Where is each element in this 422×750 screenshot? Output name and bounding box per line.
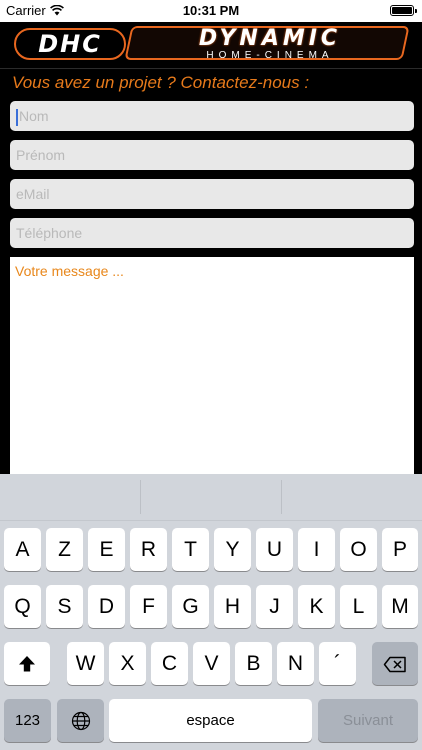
globe-icon	[71, 712, 90, 731]
predictive-separator	[281, 480, 282, 514]
battery-icon	[390, 5, 417, 16]
form-heading: Vous avez un projet ? Contactez-nous :	[12, 73, 310, 92]
status-bar: Carrier 10:31 PM	[0, 0, 422, 22]
key-f[interactable]: F	[130, 585, 167, 628]
key-a[interactable]: A	[4, 528, 41, 571]
key-q[interactable]: Q	[4, 585, 41, 628]
key-v[interactable]: V	[193, 642, 230, 685]
logo-brand-subtitle: HOME-CINEMA	[206, 50, 334, 61]
key-x[interactable]: X	[109, 642, 146, 685]
key-r[interactable]: R	[130, 528, 167, 571]
key-acute-accent[interactable]: ´	[319, 642, 356, 685]
email-placeholder: eMail	[16, 186, 50, 202]
key-o[interactable]: O	[340, 528, 377, 571]
brand-logo: DHC DYNAMIC HOME-CINEMA	[0, 22, 422, 68]
logo-monogram: DHC	[14, 28, 126, 60]
predictive-separator	[140, 480, 141, 514]
name-field[interactable]: Nom	[10, 101, 414, 131]
name-placeholder: Nom	[19, 108, 49, 124]
status-time: 10:31 PM	[182, 3, 240, 18]
key-p[interactable]: P	[382, 528, 418, 571]
numbers-key[interactable]: 123	[4, 699, 51, 742]
key-u[interactable]: U	[256, 528, 293, 571]
key-k[interactable]: K	[298, 585, 335, 628]
email-field[interactable]: eMail	[10, 179, 414, 209]
phone-field[interactable]: Téléphone	[10, 218, 414, 248]
key-n[interactable]: N	[277, 642, 314, 685]
shift-icon	[19, 656, 35, 672]
next-key[interactable]: Suivant	[318, 699, 418, 742]
logo-brand-name: DYNAMIC	[198, 26, 342, 51]
key-i[interactable]: I	[298, 528, 335, 571]
key-c[interactable]: C	[151, 642, 188, 685]
key-w[interactable]: W	[67, 642, 104, 685]
key-e[interactable]: E	[88, 528, 125, 571]
firstname-placeholder: Prénom	[16, 147, 66, 163]
shift-key[interactable]	[4, 642, 50, 685]
key-j[interactable]: J	[256, 585, 293, 628]
header-divider	[0, 68, 422, 69]
key-m[interactable]: M	[382, 585, 418, 628]
key-z[interactable]: Z	[46, 528, 83, 571]
key-b[interactable]: B	[235, 642, 272, 685]
key-y[interactable]: Y	[214, 528, 251, 571]
key-l[interactable]: L	[340, 585, 377, 628]
text-caret	[16, 108, 18, 126]
message-textarea[interactable]: Votre message ...	[10, 257, 414, 475]
phone-placeholder: Téléphone	[16, 225, 83, 241]
message-placeholder: Votre message ...	[15, 263, 124, 279]
firstname-field[interactable]: Prénom	[10, 140, 414, 170]
backspace-icon	[383, 656, 406, 673]
key-t[interactable]: T	[172, 528, 209, 571]
predictive-bar	[0, 474, 422, 521]
space-key[interactable]: espace	[109, 699, 312, 742]
backspace-key[interactable]	[372, 642, 418, 685]
globe-key[interactable]	[57, 699, 104, 742]
keyboard: A Z E R T Y U I O P Q S D F G H J K L M …	[0, 474, 422, 750]
key-d[interactable]: D	[88, 585, 125, 628]
key-h[interactable]: H	[214, 585, 251, 628]
key-g[interactable]: G	[172, 585, 209, 628]
key-s[interactable]: S	[46, 585, 83, 628]
